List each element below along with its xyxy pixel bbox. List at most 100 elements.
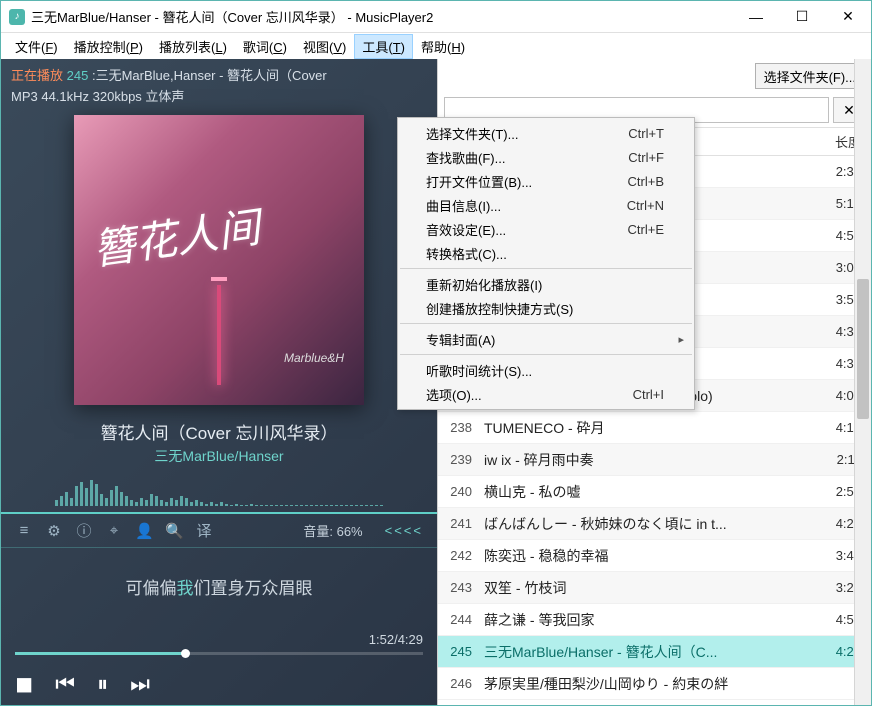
spectrum-bar — [380, 505, 383, 506]
spectrum-bar — [300, 505, 303, 506]
album-overlay-sub: Marblue&H — [284, 351, 344, 365]
progress-bar[interactable] — [15, 652, 423, 655]
maximize-button[interactable]: ☐ — [779, 1, 825, 33]
menu-entry[interactable]: 打开文件位置(B)...Ctrl+B — [398, 169, 694, 193]
track-title: 三无MarBlue/Hanser - 簪花人间（C... — [484, 642, 811, 662]
track-number: 245 — [438, 644, 484, 659]
now-playing-header: 正在播放 245 :三无MarBlue,Hanser - 簪花人间（Cover — [1, 59, 437, 86]
select-folder-button[interactable]: 选择文件夹(F)... — [755, 63, 865, 89]
track-number: 244 — [438, 612, 484, 627]
locate-icon[interactable]: ⌖ — [105, 522, 123, 539]
mini-toolbar: ≡ ⚙ ⓘ ⌖ 👤 🔍 译 音量: 66% <<<< — [1, 512, 437, 548]
spectrum-bar — [190, 502, 193, 506]
spectrum-bar — [85, 488, 88, 506]
user-icon[interactable]: 👤 — [135, 522, 153, 540]
track-row[interactable]: 242陈奕迅 - 稳稳的幸福3:43 — [438, 540, 871, 572]
menu-entry-shortcut: Ctrl+B — [628, 174, 664, 189]
track-row[interactable]: 243双笙 - 竹枝词3:21 — [438, 572, 871, 604]
menu-entry-label: 专辑封面(A) — [426, 330, 664, 349]
menu-entry-label: 打开文件位置(B)... — [426, 172, 628, 191]
spectrum-bar — [165, 502, 168, 506]
scrollbar[interactable] — [854, 156, 871, 705]
track-number: 240 — [438, 484, 484, 499]
spectrum-bar — [195, 500, 198, 506]
window-title: 三无MarBlue/Hanser - 簪花人间（Cover 忘川风华录） - M… — [31, 7, 733, 26]
lyric-line: 可偏偏我们置身万众眉眼 — [1, 574, 437, 599]
track-row[interactable]: 244薛之谦 - 等我回家4:57 — [438, 604, 871, 636]
spectrum-bar — [110, 490, 113, 506]
menu-entry[interactable]: 重新初始化播放器(I) — [398, 272, 694, 296]
search-icon[interactable]: 🔍 — [165, 522, 183, 540]
menu-item-f[interactable]: 文件(F) — [7, 34, 66, 59]
spectrum — [1, 476, 437, 506]
spectrum-bar — [95, 484, 98, 506]
menu-entry[interactable]: 曲目信息(I)...Ctrl+N — [398, 193, 694, 217]
collapse-button[interactable]: <<<< — [385, 523, 423, 538]
spectrum-bar — [100, 494, 103, 506]
menu-item-t[interactable]: 工具(T) — [354, 34, 413, 59]
menu-entry[interactable]: 转换格式(C)... — [398, 241, 694, 265]
menu-entry-label: 曲目信息(I)... — [426, 196, 627, 215]
menu-item-l[interactable]: 播放列表(L) — [151, 34, 235, 59]
minimize-button[interactable]: — — [733, 1, 779, 33]
stop-button[interactable]: ◼ — [15, 671, 33, 697]
menu-entry-shortcut: Ctrl+F — [628, 150, 664, 165]
menu-entry[interactable]: 选择文件夹(T)...Ctrl+T — [398, 121, 694, 145]
menu-entry-label: 选项(O)... — [426, 385, 633, 404]
spectrum-bar — [135, 502, 138, 506]
track-title: iw ix - 碎月雨中奏 — [484, 450, 811, 470]
spectrum-bar — [225, 504, 228, 506]
menu-entry[interactable]: 查找歌曲(F)...Ctrl+F — [398, 145, 694, 169]
track-number: 238 — [438, 420, 484, 435]
volume-label[interactable]: 音量: 66% — [225, 521, 373, 540]
spectrum-bar — [260, 505, 263, 506]
track-row[interactable]: 240横山克 - 私の嘘2:51 — [438, 476, 871, 508]
menu-entry[interactable]: 听歌时间统计(S)... — [398, 358, 694, 382]
menu-entry-shortcut: Ctrl+I — [633, 387, 664, 402]
now-playing-label: 正在播放 — [11, 68, 63, 83]
track-row[interactable]: 239iw ix - 碎月雨中奏2:11 — [438, 444, 871, 476]
menu-entry[interactable]: 专辑封面(A) — [398, 327, 694, 351]
menu-entry-label: 查找歌曲(F)... — [426, 148, 628, 167]
menu-item-v[interactable]: 视图(V) — [295, 34, 354, 59]
spectrum-bar — [150, 494, 153, 506]
info-icon[interactable]: ⓘ — [75, 520, 93, 541]
menu-entry-label: 转换格式(C)... — [426, 244, 664, 263]
track-row[interactable]: 246茅原実里/種田梨沙/山岡ゆり - 約束の絆 — [438, 668, 871, 700]
track-row[interactable]: 241ばんばんしー - 秋姉妹のなく頃に in t...4:23 — [438, 508, 871, 540]
track-row[interactable]: 238TUMENECO - 砕月4:15 — [438, 412, 871, 444]
spectrum-bar — [250, 504, 253, 506]
menu-item-h[interactable]: 帮助(H) — [413, 34, 473, 59]
menu-item-c[interactable]: 歌词(C) — [235, 34, 295, 59]
spectrum-bar — [370, 505, 373, 506]
spectrum-bar — [160, 500, 163, 506]
close-button[interactable]: ✕ — [825, 1, 871, 33]
pause-button[interactable]: ⏸ — [97, 671, 108, 697]
spectrum-bar — [275, 505, 278, 506]
prev-button[interactable]: ⏮ — [55, 671, 75, 697]
song-artist: 三无MarBlue/Hanser — [1, 446, 437, 466]
album-art[interactable]: 簪花人间 Marblue&H — [74, 115, 364, 405]
menu-item-p[interactable]: 播放控制(P) — [66, 34, 151, 59]
next-button[interactable]: ⏭ — [130, 671, 150, 697]
scrollbar-thumb[interactable] — [857, 279, 869, 419]
spectrum-bar — [70, 498, 73, 506]
spectrum-bar — [280, 505, 283, 506]
menu-entry[interactable]: 音效设定(E)...Ctrl+E — [398, 217, 694, 241]
eq-icon[interactable]: ≡ — [15, 522, 33, 539]
spectrum-bar — [290, 505, 293, 506]
menu-entry[interactable]: 选项(O)...Ctrl+I — [398, 382, 694, 406]
track-title: ばんばんしー - 秋姉妹のなく頃に in t... — [484, 514, 811, 534]
track-title: 薛之谦 - 等我回家 — [484, 610, 811, 630]
spectrum-bar — [295, 505, 298, 506]
menu-separator — [400, 323, 692, 324]
menu-separator — [400, 354, 692, 355]
gear-icon[interactable]: ⚙ — [45, 522, 63, 540]
spectrum-bar — [320, 505, 323, 506]
track-row[interactable]: 245三无MarBlue/Hanser - 簪花人间（C...4:29 — [438, 636, 871, 668]
translate-icon[interactable]: 译 — [195, 520, 213, 541]
track-title: TUMENECO - 砕月 — [484, 418, 811, 438]
album-decoration — [217, 285, 221, 385]
menu-entry[interactable]: 创建播放控制快捷方式(S) — [398, 296, 694, 320]
spectrum-bar — [200, 502, 203, 506]
